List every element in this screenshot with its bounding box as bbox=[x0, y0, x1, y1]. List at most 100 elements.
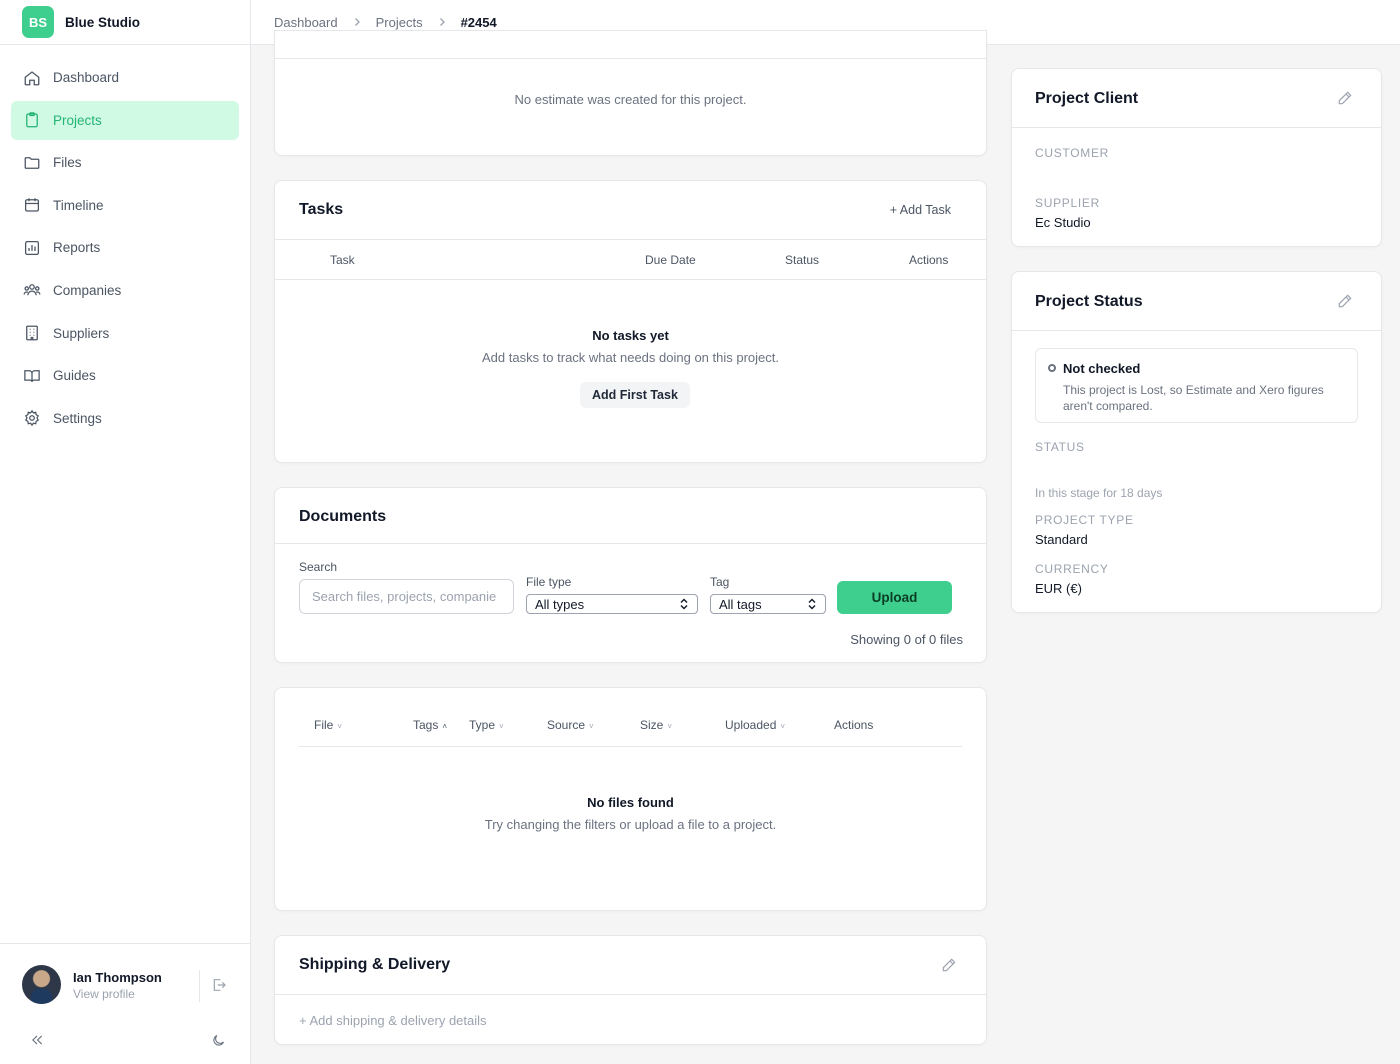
files-empty-text: Try changing the filters or upload a fil… bbox=[484, 817, 777, 832]
project-client-card: Project Client CUSTOMER SUPPLIER Ec Stud… bbox=[1011, 68, 1382, 247]
logout-icon[interactable] bbox=[211, 977, 227, 993]
sidebar-item-companies[interactable]: Companies bbox=[11, 271, 239, 310]
check-title: Not checked bbox=[1063, 361, 1141, 376]
column-header-file[interactable]: File ˅ bbox=[314, 718, 342, 732]
project-type-value: Standard bbox=[1035, 532, 1088, 547]
sidebar-item-label: Timeline bbox=[53, 197, 104, 213]
moon-icon[interactable] bbox=[211, 1033, 226, 1048]
gear-icon bbox=[23, 409, 41, 427]
collapse-sidebar-icon[interactable] bbox=[30, 1033, 44, 1047]
sidebar-item-suppliers[interactable]: Suppliers bbox=[11, 314, 239, 353]
customer-label: CUSTOMER bbox=[1035, 146, 1110, 160]
supplier-label: SUPPLIER bbox=[1035, 196, 1100, 210]
select-arrows-icon bbox=[680, 598, 688, 610]
column-header-actions: Actions bbox=[909, 253, 949, 267]
tag-value: All tags bbox=[719, 596, 762, 612]
column-header-source[interactable]: Source ˅ bbox=[547, 718, 594, 732]
sidebar-item-guides[interactable]: Guides bbox=[11, 356, 239, 395]
chevron-right-icon bbox=[439, 18, 445, 26]
documents-title: Documents bbox=[299, 508, 387, 525]
edit-icon[interactable] bbox=[941, 957, 957, 973]
tag-select[interactable]: All tags bbox=[710, 594, 826, 614]
sidebar: BS Blue Studio Dashboard Projects Files … bbox=[0, 0, 251, 1064]
file-type-label: File type bbox=[526, 575, 572, 589]
tasks-card: Tasks + Add Task Task Due Date Status Ac… bbox=[274, 180, 987, 463]
divider bbox=[275, 994, 986, 995]
divider bbox=[299, 746, 962, 747]
brand[interactable]: BS Blue Studio bbox=[0, 0, 250, 45]
files-table-card: File ˅ Tags ˄ Type ˅ Source ˅ Size ˅ Uploaded… bbox=[274, 687, 987, 911]
upload-button[interactable]: Upload bbox=[837, 581, 952, 614]
check-text: This project is Lost, so Estimate and Xe… bbox=[1063, 383, 1324, 413]
divider bbox=[275, 239, 986, 240]
calendar-icon bbox=[23, 196, 41, 214]
building-icon bbox=[23, 324, 41, 342]
brand-name: Blue Studio bbox=[65, 14, 140, 30]
add-first-task-button[interactable]: Add First Task bbox=[580, 382, 690, 408]
column-header-status[interactable]: Status bbox=[785, 253, 819, 267]
sidebar-item-label: Files bbox=[53, 155, 82, 171]
book-icon bbox=[23, 367, 41, 385]
column-header-uploaded[interactable]: Uploaded ˅ bbox=[725, 718, 785, 732]
status-indicator-icon bbox=[1048, 364, 1056, 372]
sidebar-item-label: Companies bbox=[53, 282, 122, 298]
tasks-empty-text: Add tasks to track what needs doing on t… bbox=[481, 350, 779, 365]
user-name: Ian Thompson bbox=[73, 970, 162, 985]
add-task-button[interactable]: + Add Task bbox=[890, 203, 951, 217]
sidebar-item-label: Suppliers bbox=[53, 325, 110, 341]
sidebar-item-dashboard[interactable]: Dashboard bbox=[11, 58, 239, 97]
sidebar-item-label: Guides bbox=[53, 368, 96, 384]
search-input[interactable]: Search files, projects, companie bbox=[299, 579, 514, 614]
bar-chart-icon bbox=[23, 239, 41, 257]
view-profile-link[interactable]: View profile bbox=[73, 987, 135, 1001]
select-arrows-icon bbox=[808, 598, 816, 610]
avatar[interactable] bbox=[22, 965, 61, 1004]
sort-icon: ˅ bbox=[667, 722, 673, 731]
edit-icon[interactable] bbox=[1337, 90, 1353, 106]
column-header-size[interactable]: Size ˅ bbox=[640, 718, 672, 732]
files-count: Showing 0 of 0 files bbox=[850, 632, 963, 647]
user-panel: Ian Thompson View profile bbox=[0, 943, 250, 1064]
divider bbox=[1012, 127, 1381, 128]
sidebar-nav: Dashboard Projects Files Timeline Report… bbox=[0, 45, 250, 438]
divider bbox=[275, 58, 986, 59]
file-type-select[interactable]: All types bbox=[526, 594, 698, 614]
supplier-value[interactable]: Ec Studio bbox=[1035, 215, 1091, 230]
project-status-card: Project Status Not checked This project … bbox=[1011, 271, 1382, 613]
sort-icon: ˅ bbox=[780, 722, 786, 731]
column-header-actions: Actions bbox=[834, 718, 874, 732]
tasks-empty-title: No tasks yet bbox=[592, 328, 669, 343]
status-label: STATUS bbox=[1035, 440, 1085, 454]
sidebar-item-settings[interactable]: Settings bbox=[11, 399, 239, 438]
column-header-due-date[interactable]: Due Date bbox=[645, 253, 696, 267]
sort-icon: ˅ bbox=[337, 722, 343, 731]
divider bbox=[1012, 330, 1381, 331]
sidebar-item-projects[interactable]: Projects bbox=[11, 100, 239, 140]
documents-card: Documents Search Search files, projects,… bbox=[274, 487, 987, 663]
stage-duration: In this stage for 18 days bbox=[1035, 486, 1163, 500]
status-title: Project Status bbox=[1035, 293, 1143, 310]
add-shipping-link[interactable]: + Add shipping & delivery details bbox=[299, 1013, 487, 1028]
column-header-task[interactable]: Task bbox=[330, 253, 355, 267]
divider bbox=[275, 543, 986, 544]
file-type-value: All types bbox=[535, 596, 585, 612]
sort-icon: ˅ bbox=[499, 722, 504, 731]
breadcrumb-projects[interactable]: Projects bbox=[376, 15, 423, 30]
breadcrumb-dashboard[interactable]: Dashboard bbox=[274, 15, 338, 30]
sidebar-item-files[interactable]: Files bbox=[11, 143, 239, 182]
home-icon bbox=[23, 69, 41, 87]
chevron-right-icon bbox=[354, 18, 360, 26]
sidebar-item-label: Settings bbox=[53, 410, 102, 426]
users-icon bbox=[23, 281, 41, 299]
column-header-tags[interactable]: Tags ˄ bbox=[413, 718, 447, 732]
divider bbox=[275, 279, 986, 280]
sidebar-item-reports[interactable]: Reports bbox=[11, 228, 239, 267]
tasks-title: Tasks bbox=[299, 201, 344, 218]
sidebar-item-timeline[interactable]: Timeline bbox=[11, 186, 239, 225]
sidebar-item-label: Reports bbox=[53, 240, 101, 256]
edit-icon[interactable] bbox=[1337, 293, 1353, 309]
column-header-type[interactable]: Type ˅ bbox=[469, 718, 504, 732]
estimate-empty-text: No estimate was created for this project… bbox=[514, 92, 747, 107]
project-type-label: PROJECT TYPE bbox=[1035, 513, 1134, 527]
shipping-title: Shipping & Delivery bbox=[299, 956, 451, 973]
